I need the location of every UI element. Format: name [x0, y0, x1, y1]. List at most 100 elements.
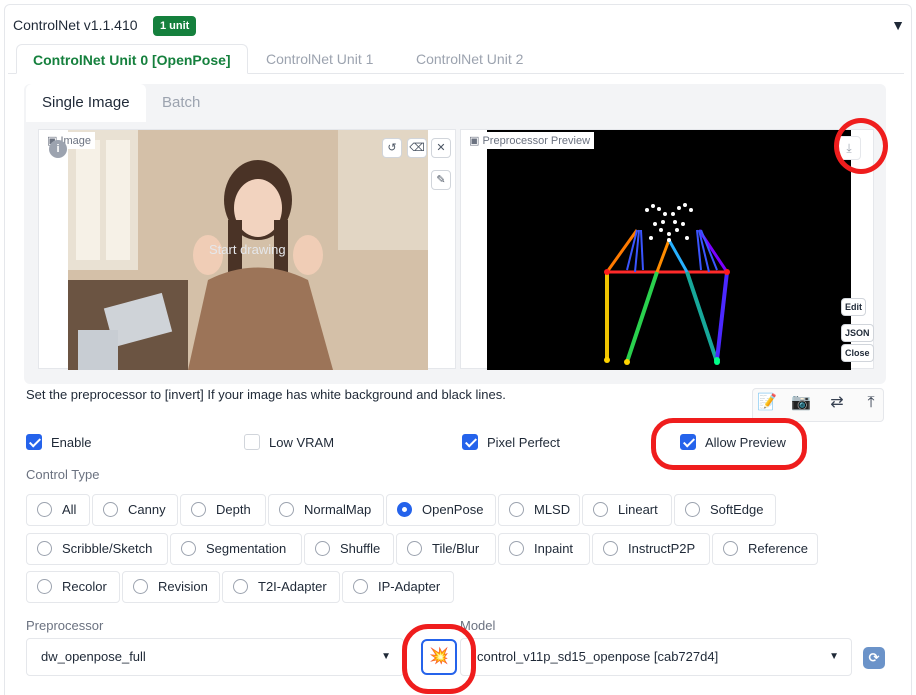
radio-selected-icon [397, 502, 412, 517]
edit-button[interactable]: Edit [841, 298, 866, 316]
radio-label: Revision [158, 579, 208, 594]
image-canvas[interactable]: ▣ Image i Start drawing ↺ ⌫ ✕ ✎ [38, 129, 456, 370]
pixel-perfect-checkbox[interactable]: Pixel Perfect [462, 434, 560, 452]
invert-hint-text: Set the preprocessor to [invert] If your… [26, 387, 506, 402]
brush-icon[interactable]: ✎ [431, 170, 451, 190]
info-icon[interactable]: i [49, 140, 67, 158]
radio-label: T2I-Adapter [258, 579, 327, 594]
preprocessor-preview: ▣ Preprocessor Preview ⤓ Edit JSON Close [460, 129, 874, 370]
radio-label: Canny [128, 502, 166, 517]
highlight-ring-download [834, 118, 888, 174]
radio-label: IP-Adapter [378, 579, 441, 594]
radio-label: SoftEdge [710, 502, 764, 517]
accordion-header[interactable]: ControlNet v1.1.410 1 unit ▼ [5, 5, 911, 45]
radio-icon [723, 541, 738, 556]
close-icon[interactable]: ✕ [431, 138, 451, 158]
radio-inpaint[interactable]: Inpaint [498, 533, 590, 565]
chevron-down-icon: ▼ [381, 651, 391, 662]
model-value: control_v11p_sd15_openpose [cab727d4] [477, 649, 719, 664]
unit-tab-bar: ControlNet Unit 0 [OpenPose] ControlNet … [8, 44, 904, 74]
radio-icon [37, 579, 52, 594]
radio-icon [407, 541, 422, 556]
low-vram-checkbox[interactable]: Low VRAM [244, 434, 334, 452]
radio-lineart[interactable]: Lineart [582, 494, 672, 526]
highlight-ring-run-button [402, 624, 476, 694]
radio-tile-blur[interactable]: Tile/Blur [396, 533, 496, 565]
radio-depth[interactable]: Depth [180, 494, 266, 526]
refresh-models-icon[interactable]: ⟳ [863, 647, 885, 669]
tab-unit-0[interactable]: ControlNet Unit 0 [OpenPose] [16, 44, 248, 74]
radio-normalmap[interactable]: NormalMap [268, 494, 384, 526]
radio-ip-adapter[interactable]: IP-Adapter [342, 571, 454, 603]
radio-label: Shuffle [340, 541, 381, 556]
radio-label: Scribble/Sketch [62, 541, 153, 556]
radio-all[interactable]: All [26, 494, 90, 526]
radio-segmentation[interactable]: Segmentation [170, 533, 302, 565]
radio-label: Inpaint [534, 541, 574, 556]
checkbox-checked-icon [26, 434, 42, 450]
pose-skeleton-image [487, 130, 851, 370]
radio-label: Lineart [618, 502, 658, 517]
close-preview-button[interactable]: Close [841, 344, 874, 362]
radio-label: Depth [216, 502, 251, 517]
radio-canny[interactable]: Canny [92, 494, 178, 526]
radio-instructp2p[interactable]: InstructP2P [592, 533, 710, 565]
control-type-label: Control Type [26, 467, 100, 482]
radio-scribble[interactable]: Scribble/Sketch [26, 533, 168, 565]
radio-icon [353, 579, 368, 594]
eraser-icon[interactable]: ⌫ [407, 138, 427, 158]
pixel-perfect-label: Pixel Perfect [487, 435, 560, 450]
preview-label: ▣ Preprocessor Preview [465, 132, 595, 149]
tab-single-image[interactable]: Single Image [26, 84, 146, 122]
preprocessor-select[interactable]: dw_openpose_full ▼ [26, 638, 404, 676]
collapse-triangle-icon[interactable]: ▼ [891, 17, 905, 33]
checkbox-unchecked-icon [244, 434, 260, 450]
radio-icon [315, 541, 330, 556]
radio-icon [181, 541, 196, 556]
swap-icon[interactable]: ⇄ [822, 390, 852, 416]
enable-label: Enable [51, 435, 92, 450]
canvas-overlay-hint: Start drawing [209, 242, 286, 257]
radio-revision[interactable]: Revision [122, 571, 220, 603]
notepad-icon[interactable]: 📝 [752, 390, 782, 416]
radio-label: Segmentation [206, 541, 287, 556]
tab-unit-2[interactable]: ControlNet Unit 2 [400, 44, 539, 74]
camera-icon[interactable]: 📷 [786, 390, 816, 416]
upload-arrow-icon[interactable]: ⤒ [856, 390, 886, 416]
radio-icon [37, 502, 52, 517]
radio-label: InstructP2P [628, 541, 696, 556]
panel-title: ControlNet v1.1.410 [13, 17, 138, 33]
chevron-down-icon: ▼ [829, 651, 839, 662]
radio-icon [133, 579, 148, 594]
checkbox-checked-icon [462, 434, 478, 450]
tab-unit-1[interactable]: ControlNet Unit 1 [250, 44, 389, 74]
radio-label: All [62, 502, 77, 517]
radio-icon [279, 502, 294, 517]
radio-shuffle[interactable]: Shuffle [304, 533, 394, 565]
unit-count-badge: 1 unit [153, 16, 197, 36]
pose-skeleton-drawing [604, 203, 730, 365]
tab-batch[interactable]: Batch [146, 84, 216, 122]
undo-icon[interactable]: ↺ [382, 138, 402, 158]
radio-icon [233, 579, 248, 594]
radio-reference[interactable]: Reference [712, 533, 818, 565]
highlight-ring-allow-preview [651, 418, 807, 470]
json-button[interactable]: JSON [841, 324, 874, 342]
radio-label: Recolor [62, 579, 107, 594]
radio-icon [191, 502, 206, 517]
radio-recolor[interactable]: Recolor [26, 571, 120, 603]
model-select[interactable]: control_v11p_sd15_openpose [cab727d4] ▼ [460, 638, 852, 676]
low-vram-label: Low VRAM [269, 435, 335, 450]
radio-label: Reference [748, 541, 808, 556]
radio-label: OpenPose [422, 502, 484, 517]
preview-label-text: Preprocessor Preview [482, 135, 591, 147]
enable-checkbox[interactable]: Enable [26, 434, 91, 452]
preprocessor-value: dw_openpose_full [41, 649, 146, 664]
radio-icon [509, 541, 524, 556]
radio-label: NormalMap [304, 502, 372, 517]
radio-softedge[interactable]: SoftEdge [674, 494, 776, 526]
radio-t2i-adapter[interactable]: T2I-Adapter [222, 571, 340, 603]
radio-mlsd[interactable]: MLSD [498, 494, 580, 526]
radio-label: Tile/Blur [432, 541, 480, 556]
radio-openpose[interactable]: OpenPose [386, 494, 496, 526]
